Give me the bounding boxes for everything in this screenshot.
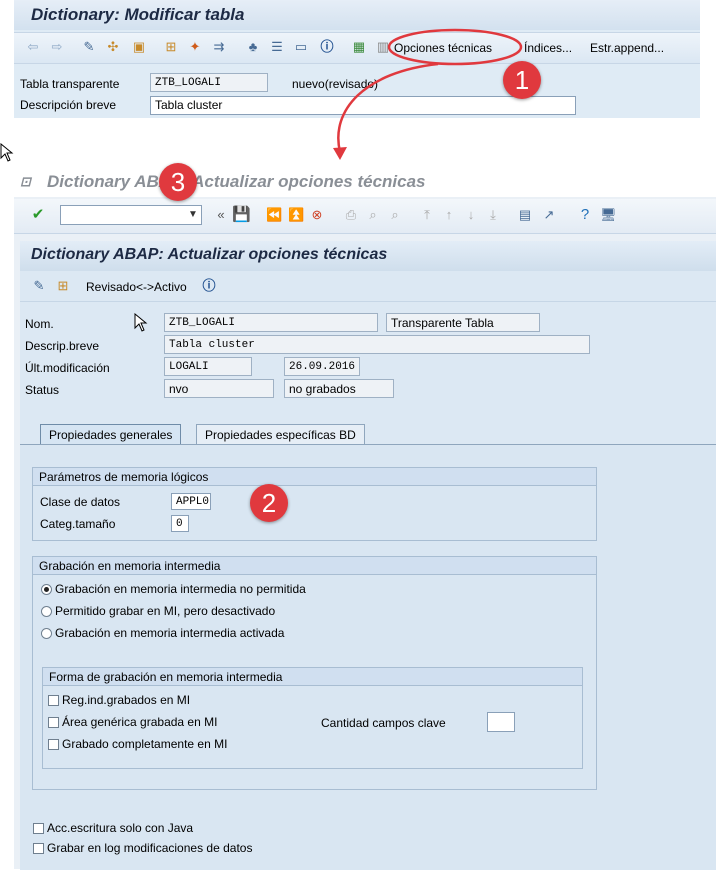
group-title: Forma de grabación en memoria intermedia — [43, 668, 582, 686]
cantidad-campos-field[interactable] — [487, 712, 515, 732]
status-field: nvo — [164, 379, 274, 398]
nom-type-field: Transparente Tabla — [386, 313, 540, 332]
checkbox-label: Reg.ind.grabados en MI — [62, 693, 191, 707]
bottom-window: ⊡ Dictionary ABAP: Actualizar opciones t… — [14, 163, 716, 870]
checkbox-label: Área genérica grabada en MI — [62, 715, 218, 729]
back-icon[interactable]: ⏪ — [266, 208, 282, 222]
options-panel: Dictionary ABAP: Actualizar opciones téc… — [20, 241, 716, 870]
next-page-icon[interactable]: ↓ — [464, 208, 478, 222]
forma-group: Forma de grabación en memoria intermedia… — [42, 667, 583, 769]
nom-field: ZTB_LOGALI — [164, 313, 378, 332]
radio-desactivado[interactable] — [41, 606, 52, 617]
hierarchy-icon[interactable]: ⊞ — [56, 279, 70, 293]
annotation-marker-2: 2 — [250, 484, 288, 522]
ult-modificacion-label: Últ.modificación — [25, 361, 110, 375]
radio-no-permitida[interactable] — [41, 584, 52, 595]
layout-menu-icon[interactable]: 🖥 — [600, 208, 617, 222]
menu-icon[interactable]: ⊡ — [20, 174, 31, 190]
revisado-activo-button[interactable]: Revisado<->Activo — [86, 280, 187, 294]
checkbox-area-generica[interactable] — [48, 717, 59, 728]
ult-mod-user-field: LOGALI — [164, 357, 252, 376]
categ-tamano-label: Categ.tamaño — [40, 517, 116, 531]
tab-propiedades-generales[interactable]: Propiedades generales — [40, 424, 182, 444]
print-icon[interactable]: ⎙ — [344, 208, 358, 222]
radio-label: Grabación en memoria intermedia no permi… — [55, 582, 306, 596]
save-icon[interactable]: 💾 — [232, 207, 251, 222]
cancel-icon[interactable]: ⊗ — [310, 208, 324, 222]
help-icon[interactable]: ? — [578, 207, 592, 222]
grabacion-group: Grabación en memoria intermedia Grabació… — [32, 556, 597, 790]
checkbox-reg-ind[interactable] — [48, 695, 59, 706]
find-next-icon[interactable]: ⌕ — [388, 208, 402, 222]
first-page-icon[interactable]: ⤒ — [420, 208, 434, 222]
checkbox-log-modificaciones[interactable] — [33, 843, 44, 854]
find-icon[interactable]: ⌕ — [366, 208, 380, 222]
nom-label: Nom. — [25, 317, 54, 331]
checkbox-acc-escritura-java[interactable] — [33, 823, 44, 834]
clase-datos-field[interactable]: APPL0 — [171, 493, 211, 510]
group-title: Grabación en memoria intermedia — [33, 557, 596, 575]
bottom-toolbar: ✔ ▼ « 💾 ⏪ ⏫ ⊗ ⎙ ⌕ ⌕ ⤒ ↑ ↓ ⤓ ▤ ↗ ? 🖥 — [14, 199, 716, 234]
descrip-breve-field: Tabla cluster — [164, 335, 590, 354]
exit-icon[interactable]: ⏫ — [288, 208, 304, 222]
categ-tamano-field[interactable]: 0 — [171, 515, 189, 532]
descrip-breve-label: Descrip.breve — [25, 339, 100, 353]
cantidad-campos-label: Cantidad campos clave — [321, 716, 446, 730]
collapse-icon[interactable]: « — [214, 208, 228, 222]
radio-label: Permitido grabar en MI, pero desactivado — [55, 604, 276, 618]
enter-check-icon[interactable]: ✔ — [31, 207, 45, 222]
new-session-icon[interactable]: ▤ — [518, 208, 532, 222]
mouse-cursor-icon — [134, 313, 148, 332]
last-page-icon[interactable]: ⤓ — [486, 208, 500, 222]
checkbox-label: Grabado completamente en MI — [62, 737, 228, 751]
tab-content: Parámetros de memoria lógicos Clase de d… — [20, 444, 716, 870]
previous-page-icon[interactable]: ↑ — [442, 208, 456, 222]
checkbox-grabado-completo[interactable] — [48, 739, 59, 750]
annotation-marker-1: 1 — [503, 61, 541, 99]
tab-propiedades-bd[interactable]: Propiedades específicas BD — [196, 424, 365, 444]
panel-title-bar: Dictionary ABAP: Actualizar opciones téc… — [20, 241, 716, 271]
radio-label: Grabación en memoria intermedia activada — [55, 626, 285, 640]
status-label: Status — [25, 383, 60, 397]
panel-title: Dictionary ABAP: Actualizar opciones téc… — [31, 246, 388, 263]
annotation-marker-3: 3 — [159, 163, 197, 201]
ult-mod-date-field: 26.09.2016 — [284, 357, 360, 376]
tab-label: Propiedades generales — [49, 428, 173, 442]
panel-toolbar: ✎ ⊞ Revisado<->Activo ⓘ — [20, 271, 716, 302]
radio-activada[interactable] — [41, 628, 52, 639]
info-icon[interactable]: ⓘ — [202, 279, 216, 293]
memoria-logicos-group: Parámetros de memoria lógicos Clase de d… — [32, 467, 597, 541]
chevron-down-icon[interactable]: ▼ — [186, 208, 200, 222]
checkbox-label: Grabar en log modificaciones de datos — [47, 841, 253, 855]
status-saved-field: no grabados — [284, 379, 394, 398]
group-title: Parámetros de memoria lógicos — [33, 468, 596, 486]
command-field[interactable] — [60, 205, 202, 225]
tab-label: Propiedades específicas BD — [205, 428, 356, 442]
clase-datos-label: Clase de datos — [40, 495, 121, 509]
shortcut-icon[interactable]: ↗ — [542, 208, 556, 222]
bottom-window-title: Dictionary ABAP: Actualizar opciones téc… — [47, 172, 426, 191]
edit-toggle-icon[interactable]: ✎ — [32, 279, 46, 293]
checkbox-label: Acc.escritura solo con Java — [47, 821, 194, 835]
bottom-title-bar: ⊡ Dictionary ABAP: Actualizar opciones t… — [14, 163, 716, 197]
